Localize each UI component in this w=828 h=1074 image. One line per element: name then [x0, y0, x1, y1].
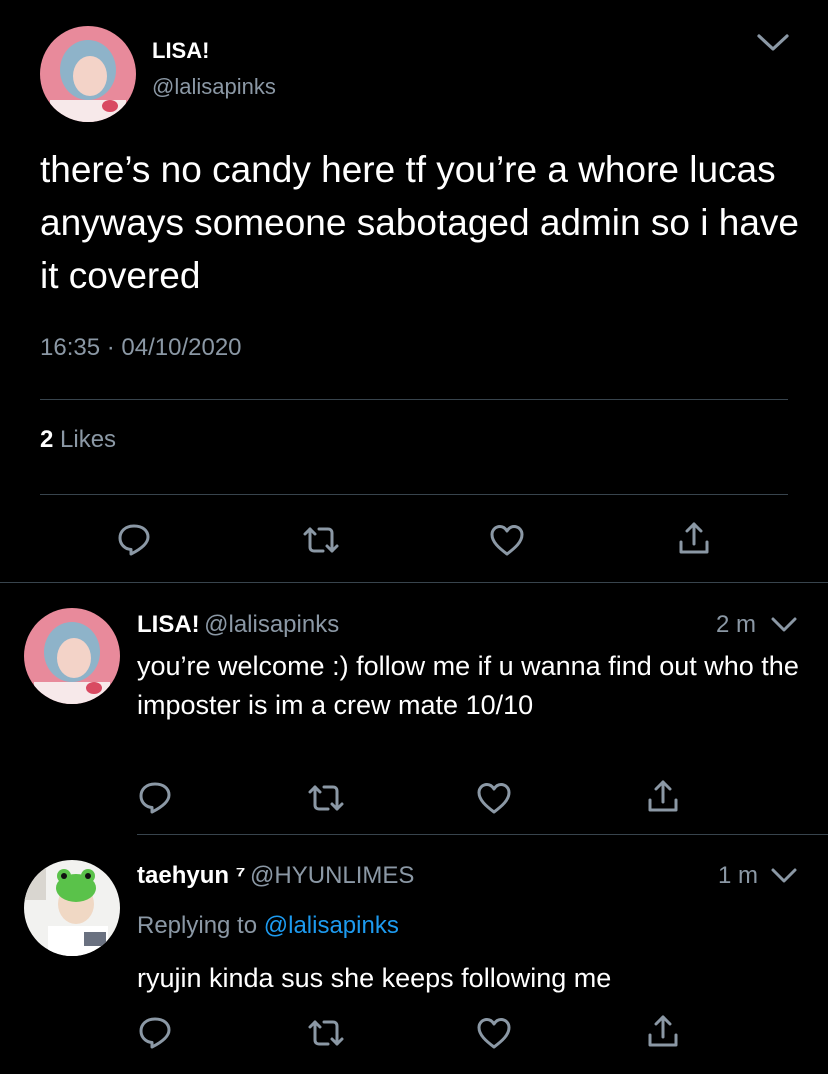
replying-to: Replying to @lalisapinks	[137, 912, 399, 940]
retweet-icon[interactable]	[306, 1016, 346, 1050]
retweet-icon[interactable]	[301, 523, 341, 557]
avatar[interactable]	[24, 860, 120, 956]
avatar[interactable]	[24, 608, 120, 704]
share-icon[interactable]	[646, 1013, 680, 1049]
author-handle[interactable]: @lalisapinks	[204, 611, 339, 638]
reply-text: you’re welcome :) follow me if u wanna f…	[137, 651, 799, 720]
divider	[40, 399, 788, 400]
likes-label: Likes	[60, 426, 117, 453]
divider	[40, 494, 788, 495]
replying-prefix: Replying to	[137, 912, 258, 939]
share-icon[interactable]	[677, 520, 711, 556]
separator-dot: ·	[106, 334, 115, 361]
reply-time: 1 m	[718, 862, 759, 889]
share-icon[interactable]	[646, 778, 680, 814]
chevron-down-icon[interactable]	[770, 867, 798, 885]
author-name[interactable]: LISA!	[152, 38, 209, 64]
reply-text: ryujin kinda sus she keeps following me	[137, 963, 612, 993]
likes-count[interactable]: 2 Likes	[40, 426, 116, 454]
chevron-down-icon[interactable]	[770, 616, 798, 634]
like-icon[interactable]	[489, 523, 525, 557]
author-name[interactable]: LISA!	[137, 611, 200, 638]
reply-icon[interactable]	[138, 780, 172, 814]
chevron-down-icon[interactable]	[756, 32, 790, 54]
retweet-icon[interactable]	[306, 781, 346, 815]
tweet-time: 16:35	[40, 334, 101, 361]
likes-number: 2	[40, 426, 54, 453]
author-name[interactable]: taehyun ⁷	[137, 862, 246, 889]
author-handle[interactable]: @HYUNLIMES	[250, 862, 414, 889]
reply-icon[interactable]	[117, 522, 151, 556]
reply-time: 2 m	[716, 611, 757, 638]
reply-header: LISA! @lalisapinks	[137, 611, 339, 639]
divider	[0, 582, 828, 583]
divider	[137, 834, 828, 835]
replying-to-link[interactable]: @lalisapinks	[264, 912, 399, 939]
tweet-timestamp: 16:35 · 04/10/2020	[40, 334, 242, 362]
reply-header: taehyun ⁷ @HYUNLIMES	[137, 862, 414, 890]
like-icon[interactable]	[476, 1016, 512, 1050]
avatar[interactable]	[40, 26, 136, 122]
author-handle[interactable]: @lalisapinks	[152, 74, 276, 100]
like-icon[interactable]	[476, 781, 512, 815]
reply-icon[interactable]	[138, 1015, 172, 1049]
tweet-text: there’s no candy here tf you’re a whore …	[40, 149, 799, 296]
tweet-date: 04/10/2020	[121, 334, 242, 361]
